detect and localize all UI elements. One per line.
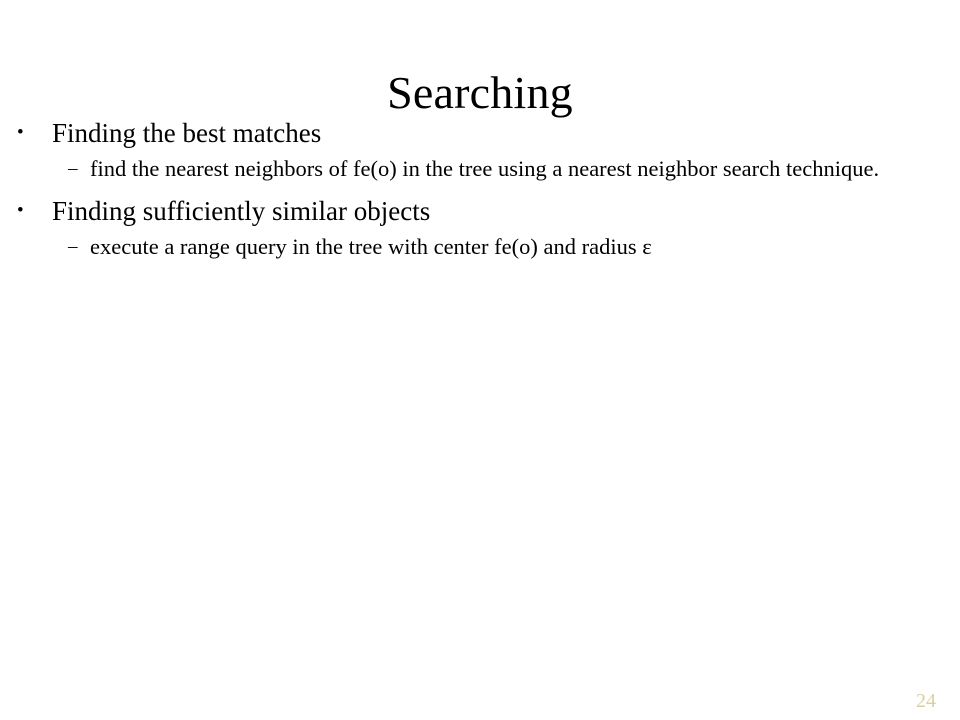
list-item: – find the nearest neighbors of fe(o) in… [8,153,952,184]
list-item-label: Finding sufficiently similar objects [52,196,431,226]
page-number: 24 [916,690,936,712]
list-item-label: execute a range query in the tree with c… [90,234,652,259]
presentation-slide: Searching • Finding the best matches – f… [0,0,960,720]
bullet-icon: • [17,122,24,143]
page-title: Searching [387,66,573,118]
list-item: • Finding the best matches [8,114,952,152]
list-item: – execute a range query in the tree with… [8,231,952,262]
dash-bullet-icon: – [68,236,78,257]
list-item: • Finding sufficiently similar objects [8,192,952,230]
list-item-label: find the nearest neighbors of fe(o) in t… [90,156,880,181]
bullet-icon: • [17,200,24,221]
dash-bullet-icon: – [68,158,78,179]
slide-body: • Finding the best matches – find the ne… [8,114,952,263]
list-item-label: Finding the best matches [52,118,322,148]
